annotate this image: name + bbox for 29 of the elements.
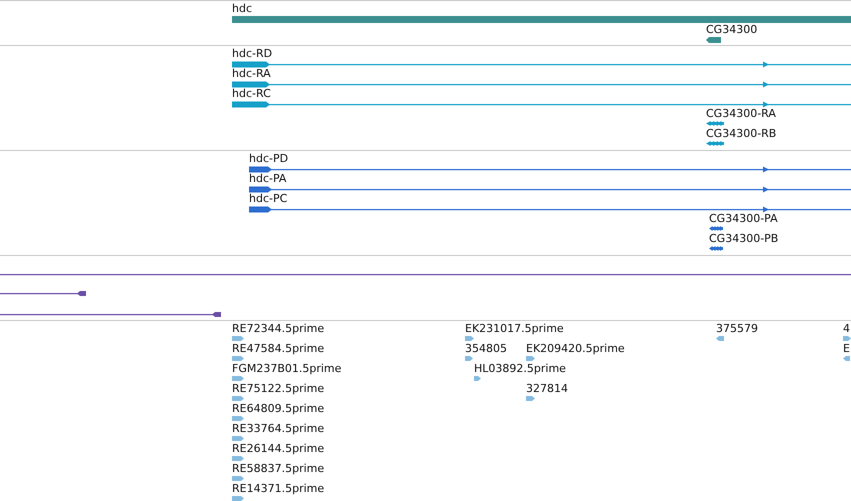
feature-label: RE75122.5prime bbox=[232, 382, 324, 395]
feature-label: HL03892.5prime bbox=[474, 362, 566, 375]
feature-label: RE64809.5prime bbox=[232, 402, 324, 415]
feature-label: hdc-RD bbox=[232, 47, 272, 60]
feature-label: hdc-PD bbox=[249, 152, 288, 165]
feature-label: CG34300 bbox=[706, 23, 758, 36]
feature-label: RE14371.5prime bbox=[232, 482, 324, 495]
feature-label: CG34300-RB bbox=[706, 127, 776, 140]
feature-label: hdc-PC bbox=[249, 192, 288, 205]
feature-label: RE47584.5prime bbox=[232, 342, 324, 355]
feature-label: hdc-RC bbox=[232, 87, 271, 100]
feature-label: FGM237B01.5prime bbox=[232, 362, 342, 375]
feature-label: CG34300-RA bbox=[706, 107, 776, 120]
feature-label: 354805 bbox=[465, 342, 507, 355]
feature-label: hdc-RA bbox=[232, 67, 271, 80]
feature-label: RE72344.5prime bbox=[232, 322, 324, 335]
feature-label: RE26144.5prime bbox=[232, 442, 324, 455]
feature-label: E bbox=[843, 342, 850, 355]
feature-label: hdc bbox=[232, 2, 252, 15]
feature-label: EK209420.5prime bbox=[526, 342, 625, 355]
feature-label: 327814 bbox=[526, 382, 568, 395]
feature-label: 375579 bbox=[716, 322, 758, 335]
feature-label: CG34300-PB bbox=[709, 232, 778, 245]
feature-label: RE33764.5prime bbox=[232, 422, 324, 435]
feature-label: hdc-PA bbox=[249, 172, 286, 185]
feature-label: RE58837.5prime bbox=[232, 462, 324, 475]
feature-label: CG34300-PA bbox=[709, 212, 778, 225]
feature-label: EK231017.5prime bbox=[465, 322, 564, 335]
feature-label: 4 bbox=[843, 322, 850, 335]
